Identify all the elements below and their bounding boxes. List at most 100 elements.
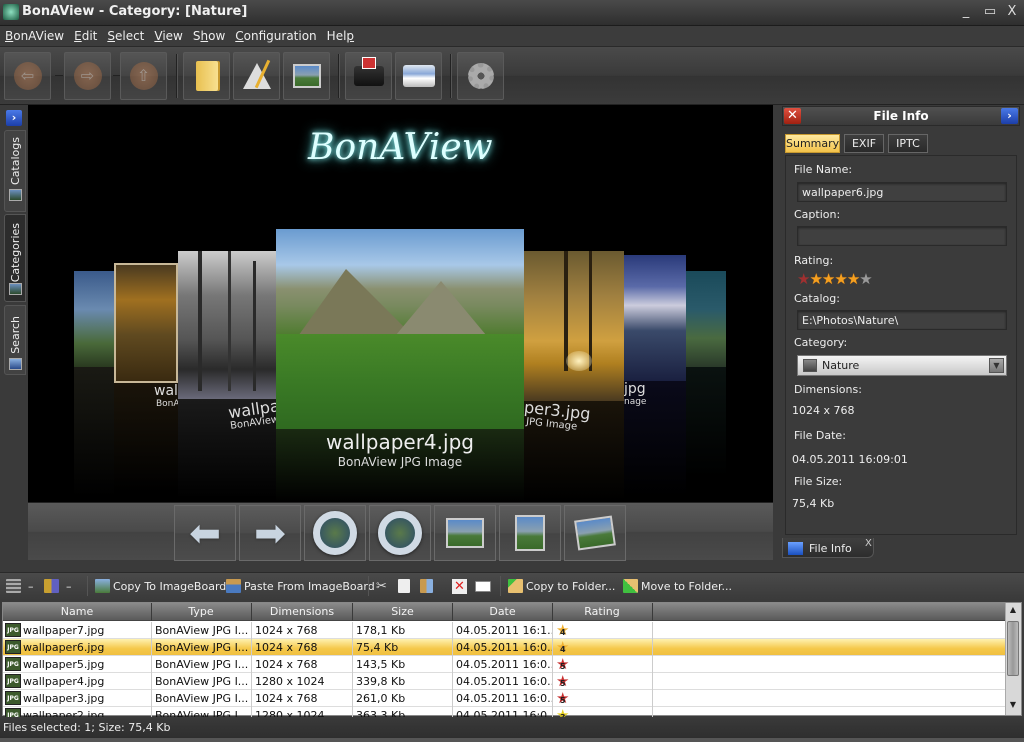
scan-button[interactable] bbox=[395, 52, 442, 100]
delete-button[interactable]: ✕ bbox=[452, 578, 467, 594]
paste-from-imageboard-button[interactable]: Paste From ImageBoard bbox=[226, 578, 375, 594]
column-header-dimensions[interactable]: Dimensions bbox=[252, 605, 352, 618]
menu-show[interactable]: Show bbox=[188, 26, 230, 46]
back-button[interactable]: ⇦ bbox=[4, 52, 51, 100]
rename-button[interactable] bbox=[475, 578, 491, 594]
menu-view[interactable]: View bbox=[149, 26, 187, 46]
rename-icon bbox=[475, 580, 491, 592]
image-viewer-coverflow[interactable]: BonAView wal BonA wallpap BonAView I wal… bbox=[28, 105, 773, 502]
copy-to-imageboard-button[interactable]: Copy To ImageBoard bbox=[95, 578, 226, 594]
print-button[interactable] bbox=[345, 52, 392, 100]
file-name-field[interactable] bbox=[797, 182, 1007, 202]
flip-horizontal-button[interactable] bbox=[434, 505, 496, 561]
menu-configuration[interactable]: Configuration bbox=[230, 26, 321, 46]
column-header-name[interactable]: Name bbox=[3, 605, 151, 618]
next-image-button[interactable]: ➡ bbox=[239, 505, 301, 561]
catalog-field[interactable] bbox=[797, 310, 1007, 330]
star-empty-icon[interactable]: ★ bbox=[859, 270, 872, 288]
paste-button[interactable] bbox=[420, 578, 433, 594]
menu-help[interactable]: Help bbox=[322, 26, 359, 46]
table-row[interactable]: JPG wallpaper3.jpg BonAView JPG I... 1024 x… bbox=[3, 690, 1005, 707]
table-row[interactable]: JPG wallpaper7.jpg BonAView JPG I... 1024 x… bbox=[3, 622, 1005, 639]
copy-to-folder-button[interactable]: Copy to Folder... bbox=[508, 578, 615, 594]
column-header-type[interactable]: Type bbox=[152, 605, 250, 618]
previous-image-button[interactable]: ⬅ bbox=[174, 505, 236, 561]
open-folder-button[interactable] bbox=[183, 52, 230, 100]
chevron-down-icon[interactable]: ▼ bbox=[989, 358, 1004, 373]
cell-dimensions: 1024 x 768 bbox=[255, 624, 318, 637]
edit-image-button[interactable] bbox=[564, 505, 626, 561]
expand-sidebar-button[interactable]: › bbox=[6, 110, 22, 126]
rating-stars[interactable]: ★★★★★★ bbox=[797, 270, 873, 288]
edit-image-button[interactable] bbox=[283, 52, 330, 100]
coverflow-card-wallpaper7[interactable] bbox=[114, 263, 178, 383]
list-view-dropdown[interactable]: – bbox=[28, 578, 34, 594]
forward-button[interactable]: ⇨ bbox=[64, 52, 111, 100]
tools-button[interactable] bbox=[233, 52, 280, 100]
close-dock-tab-button[interactable]: X bbox=[865, 538, 872, 549]
coverflow-card-wallpaper3[interactable] bbox=[524, 251, 624, 401]
collapse-panel-button[interactable]: › bbox=[1001, 108, 1018, 124]
copy-button[interactable] bbox=[398, 578, 410, 594]
rating-star-icon[interactable]: ★ 5 bbox=[556, 656, 569, 672]
flip-horizontal-icon bbox=[446, 518, 484, 548]
move-to-folder-button[interactable]: Move to Folder... bbox=[623, 578, 732, 594]
tab-catalogs[interactable]: Catalogs bbox=[4, 130, 26, 212]
caption-field[interactable] bbox=[797, 226, 1007, 246]
star-icon[interactable]: ★ bbox=[809, 270, 822, 288]
coverflow-card[interactable] bbox=[74, 271, 114, 367]
thumbnail-view-button[interactable] bbox=[44, 578, 59, 594]
thumbnail-view-dropdown[interactable]: – bbox=[66, 578, 72, 594]
menu-select[interactable]: Select bbox=[102, 26, 149, 46]
settings-button[interactable] bbox=[457, 52, 504, 100]
flip-vertical-button[interactable] bbox=[499, 505, 561, 561]
tab-exif[interactable]: EXIF bbox=[844, 134, 884, 153]
rotate-right-button[interactable] bbox=[369, 505, 431, 561]
file-info-title: File Info bbox=[873, 109, 929, 123]
cut-button[interactable]: ✂ bbox=[376, 578, 387, 594]
gear-icon bbox=[467, 63, 494, 89]
drafting-tools-icon bbox=[242, 59, 271, 89]
close-panel-button[interactable]: ✕ bbox=[784, 108, 801, 124]
coverflow-card[interactable] bbox=[686, 271, 726, 367]
tab-summary[interactable]: Summary bbox=[785, 134, 840, 153]
coverflow-card-wallpaper5[interactable] bbox=[178, 251, 276, 399]
tab-categories[interactable]: Categories bbox=[4, 214, 26, 302]
star-icon[interactable]: ★ bbox=[847, 270, 860, 288]
rating-star-icon[interactable]: ★ 5 bbox=[556, 673, 569, 689]
minimize-button[interactable]: _ bbox=[957, 4, 975, 20]
scroll-thumb[interactable] bbox=[1007, 621, 1019, 676]
menu-bonaview[interactable]: BonAView bbox=[0, 26, 69, 46]
rating-star-icon[interactable]: ★ 5 bbox=[556, 690, 569, 706]
table-row[interactable]: JPG wallpaper5.jpg BonAView JPG I... 1024 x… bbox=[3, 656, 1005, 673]
file-name-label: File Name: bbox=[794, 163, 853, 176]
tab-iptc[interactable]: IPTC bbox=[888, 134, 928, 153]
column-header-rating[interactable]: Rating bbox=[553, 605, 651, 618]
rating-star-icon[interactable]: ★ 4 bbox=[556, 622, 569, 638]
rating-star-icon[interactable]: ★ 4 bbox=[556, 639, 569, 655]
scroll-down-button[interactable]: ▼ bbox=[1006, 700, 1020, 714]
menu-edit[interactable]: Edit bbox=[69, 26, 102, 46]
cell-type: BonAView JPG I... bbox=[155, 624, 249, 637]
up-button[interactable]: ⇧ bbox=[120, 52, 167, 100]
coverflow-card-wallpaper2[interactable] bbox=[624, 255, 686, 381]
status-text: Files selected: 1; Size: 75,4 Kb bbox=[3, 721, 171, 734]
clear-rating-icon[interactable]: ★ bbox=[797, 270, 810, 288]
scroll-up-button[interactable]: ▲ bbox=[1006, 605, 1020, 619]
list-view-button[interactable] bbox=[6, 578, 21, 594]
rotate-left-button[interactable] bbox=[304, 505, 366, 561]
easel-icon bbox=[292, 64, 321, 88]
coverflow-card-wallpaper4-center[interactable] bbox=[276, 229, 524, 429]
star-icon[interactable]: ★ bbox=[834, 270, 847, 288]
table-row[interactable]: JPG wallpaper6.jpg BonAView JPG I... 1024 x… bbox=[3, 639, 1005, 656]
star-icon[interactable]: ★ bbox=[822, 270, 835, 288]
printer-icon bbox=[353, 57, 384, 86]
arrow-right-icon: ⇨ bbox=[73, 62, 102, 90]
column-header-date[interactable]: Date bbox=[453, 605, 552, 618]
category-dropdown[interactable]: Nature ▼ bbox=[797, 355, 1007, 376]
table-row[interactable]: JPG wallpaper4.jpg BonAView JPG I... 1280 x… bbox=[3, 673, 1005, 690]
maximize-button[interactable]: ▭ bbox=[981, 4, 999, 20]
close-button[interactable]: X bbox=[1003, 4, 1021, 20]
column-header-size[interactable]: Size bbox=[353, 605, 452, 618]
tab-search[interactable]: Search bbox=[4, 305, 26, 375]
